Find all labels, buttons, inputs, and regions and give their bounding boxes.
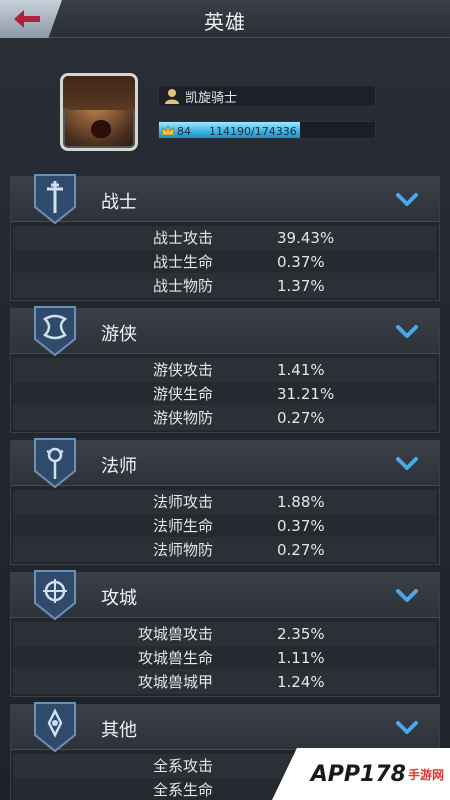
stat-value: 31.21% — [277, 384, 335, 403]
top-bar: 英雄 — [0, 0, 450, 38]
stat-label: 法师攻击 — [152, 493, 213, 511]
chevron-down-icon[interactable] — [395, 456, 419, 472]
ranger-emblem-icon — [29, 305, 81, 357]
stat-row: 法师生命 0.37% — [13, 514, 437, 538]
stat-label: 战士攻击 — [152, 229, 213, 247]
stat-value: 1.41% — [277, 360, 325, 379]
user-icon — [165, 89, 179, 104]
stat-value: 1.37% — [277, 276, 325, 295]
hero-avatar[interactable] — [60, 73, 138, 151]
chevron-down-icon[interactable] — [395, 324, 419, 340]
stat-label: 全系生命 — [152, 781, 213, 799]
section-3: 攻城 攻城兽攻击 2.35% 攻城兽生命 1.11% 攻城兽城甲 1.24% — [10, 570, 440, 697]
stat-row: 战士攻击 39.43% — [13, 226, 437, 250]
siege-emblem-icon — [29, 569, 81, 621]
stat-row: 游侠生命 31.21% — [13, 382, 437, 406]
stat-value: 1.24% — [277, 672, 325, 691]
stat-label: 战士生命 — [152, 253, 213, 271]
exp-bar: 84 114190/174336 — [158, 121, 376, 139]
stat-value: 0.27% — [277, 540, 325, 559]
section-title: 法师 — [101, 456, 137, 477]
hero-level: 84 — [177, 124, 191, 138]
crown-icon — [161, 125, 175, 136]
section-title: 攻城 — [101, 588, 137, 609]
section-title: 战士 — [101, 192, 137, 213]
hero-name-row: 凯旋骑士 — [158, 85, 376, 107]
chevron-down-icon[interactable] — [395, 720, 419, 736]
stat-row: 攻城兽城甲 1.24% — [13, 670, 437, 694]
stat-row: 游侠物防 0.27% — [13, 406, 437, 430]
mage-emblem-icon — [29, 437, 81, 489]
page-title: 英雄 — [204, 10, 246, 34]
section-header[interactable]: 攻城 — [11, 570, 439, 621]
stat-value: 0.37% — [277, 252, 325, 271]
watermark-sub: 手游网 — [407, 767, 444, 782]
stat-label: 游侠生命 — [152, 385, 213, 403]
stat-value: 1.88% — [277, 492, 325, 511]
hero-card: 凯旋骑士 84 114190/174336 — [0, 55, 450, 170]
section-header[interactable]: 法师 — [11, 438, 439, 489]
stat-value: 1.11% — [277, 648, 325, 667]
stat-value: 2.35% — [277, 624, 325, 643]
section-title: 其他 — [101, 720, 137, 741]
warrior-emblem-icon — [29, 173, 81, 225]
watermark-text: APP178 — [310, 761, 406, 787]
stat-label: 游侠物防 — [152, 409, 213, 427]
stat-label: 战士物防 — [152, 277, 213, 295]
section-header[interactable]: 游侠 — [11, 306, 439, 357]
section-1: 游侠 游侠攻击 1.41% 游侠生命 31.21% 游侠物防 0.27% — [10, 306, 440, 433]
stat-value: 0.27% — [277, 408, 325, 427]
section-0: 战士 战士攻击 39.43% 战士生命 0.37% 战士物防 1.37% — [10, 174, 440, 301]
section-header[interactable]: 战士 — [11, 174, 439, 225]
stat-label: 游侠攻击 — [152, 361, 213, 379]
stat-label: 攻城兽城甲 — [137, 673, 213, 691]
stat-label: 法师生命 — [152, 517, 213, 535]
exp-text: 114190/174336 — [209, 124, 297, 138]
stat-label: 全系攻击 — [152, 757, 213, 775]
stat-row: 战士物防 1.37% — [13, 274, 437, 298]
section-title: 游侠 — [101, 324, 137, 345]
section-header[interactable]: 其他 — [11, 702, 439, 753]
stat-row: 战士生命 0.37% — [13, 250, 437, 274]
chevron-down-icon[interactable] — [395, 192, 419, 208]
stat-row: 法师攻击 1.88% — [13, 490, 437, 514]
stat-row: 游侠攻击 1.41% — [13, 358, 437, 382]
chevron-down-icon[interactable] — [395, 588, 419, 604]
stat-label: 攻城兽攻击 — [137, 625, 213, 643]
stat-value: 0.37% — [277, 516, 325, 535]
other-emblem-icon — [29, 701, 81, 753]
section-2: 法师 法师攻击 1.88% 法师生命 0.37% 法师物防 0.27% — [10, 438, 440, 565]
hero-name: 凯旋骑士 — [185, 90, 238, 106]
stat-value: 39.43% — [277, 228, 335, 247]
stat-row: 攻城兽生命 1.11% — [13, 646, 437, 670]
watermark-logo: APP178 手游网 — [272, 748, 450, 800]
stat-label: 攻城兽生命 — [137, 649, 213, 667]
stat-row: 攻城兽攻击 2.35% — [13, 622, 437, 646]
stat-row: 法师物防 0.27% — [13, 538, 437, 562]
stat-label: 法师物防 — [152, 541, 213, 559]
